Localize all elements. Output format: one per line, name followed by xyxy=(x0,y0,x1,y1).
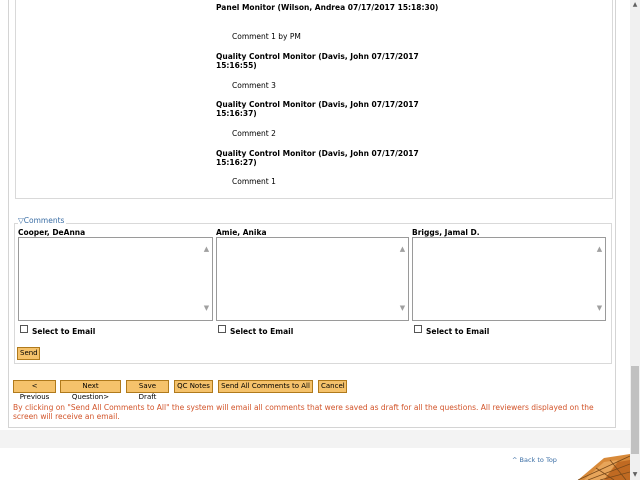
scroll-up-icon[interactable]: ▲ xyxy=(630,0,640,10)
send-button[interactable]: Send xyxy=(17,347,40,360)
history-entry-comment: Comment 2 xyxy=(232,129,276,138)
select-to-email-label: Select to Email xyxy=(32,327,96,336)
scroll-down-icon[interactable]: ▼ xyxy=(630,470,640,480)
reviewer-comment-textarea[interactable]: ▲ ▼ xyxy=(412,237,606,321)
tiles-graphic xyxy=(577,454,630,480)
footer-gap xyxy=(0,430,630,448)
comments-toggle[interactable]: ▽Comments xyxy=(18,216,67,225)
reviewer-name: Cooper, DeAnna xyxy=(18,228,86,237)
save-draft-button[interactable]: Save Draft xyxy=(126,380,169,401)
select-to-email-label: Select to Email xyxy=(426,327,490,336)
send-all-notice: By clicking on "Send All Comments to All… xyxy=(13,403,594,421)
scroll-up-icon[interactable]: ▲ xyxy=(398,245,407,254)
scroll-up-icon[interactable]: ▲ xyxy=(595,245,604,254)
page-scrollbar[interactable]: ▲ ▼ xyxy=(630,0,640,480)
footer-bar xyxy=(0,448,630,480)
previous-button[interactable]: < Previous xyxy=(13,380,56,401)
history-entry-comment: Comment 1 by PM xyxy=(232,32,301,41)
history-entry-comment: Comment 3 xyxy=(232,81,276,90)
reviewer-comment-textarea[interactable]: ▲ ▼ xyxy=(216,237,409,321)
select-to-email-checkbox[interactable] xyxy=(414,325,422,333)
scroll-up-icon[interactable]: ▲ xyxy=(202,245,211,254)
reviewer-comment-textarea[interactable]: ▲ ▼ xyxy=(18,237,213,321)
history-entry-header: Panel Monitor (Wilson, Andrea 07/17/2017… xyxy=(216,3,439,12)
scroll-down-icon[interactable]: ▼ xyxy=(202,304,211,313)
select-to-email-checkbox[interactable] xyxy=(20,325,28,333)
textarea-scrollbar[interactable]: ▲ ▼ xyxy=(202,239,211,319)
reviewer-name: Briggs, Jamal D. xyxy=(412,228,480,237)
comments-legend-label: Comments xyxy=(23,216,65,225)
history-entry-header: Quality Control Monitor (Davis, John 07/… xyxy=(216,52,419,70)
decorative-tiles-image xyxy=(574,450,630,480)
textarea-scrollbar[interactable]: ▲ ▼ xyxy=(595,239,604,319)
scrollbar-thumb[interactable] xyxy=(631,366,639,454)
scroll-down-icon[interactable]: ▼ xyxy=(398,304,407,313)
send-all-comments-button[interactable]: Send All Comments to All xyxy=(218,380,313,393)
select-to-email-label: Select to Email xyxy=(230,327,294,336)
reviewer-name: Amie, Anika xyxy=(216,228,267,237)
qc-notes-button[interactable]: QC Notes xyxy=(174,380,213,393)
select-to-email-checkbox[interactable] xyxy=(218,325,226,333)
comment-history: Panel Monitor (Wilson, Andrea 07/17/2017… xyxy=(15,0,613,199)
history-entry-header: Quality Control Monitor (Davis, John 07/… xyxy=(216,100,419,118)
textarea-scrollbar[interactable]: ▲ ▼ xyxy=(398,239,407,319)
cancel-button[interactable]: Cancel xyxy=(318,380,347,393)
scroll-down-icon[interactable]: ▼ xyxy=(595,304,604,313)
history-entry-comment: Comment 1 xyxy=(232,177,276,186)
history-entry-header: Quality Control Monitor (Davis, John 07/… xyxy=(216,149,419,167)
next-question-button[interactable]: Next Question> xyxy=(60,380,121,401)
back-to-top-link[interactable]: ^ Back to Top xyxy=(512,456,557,464)
